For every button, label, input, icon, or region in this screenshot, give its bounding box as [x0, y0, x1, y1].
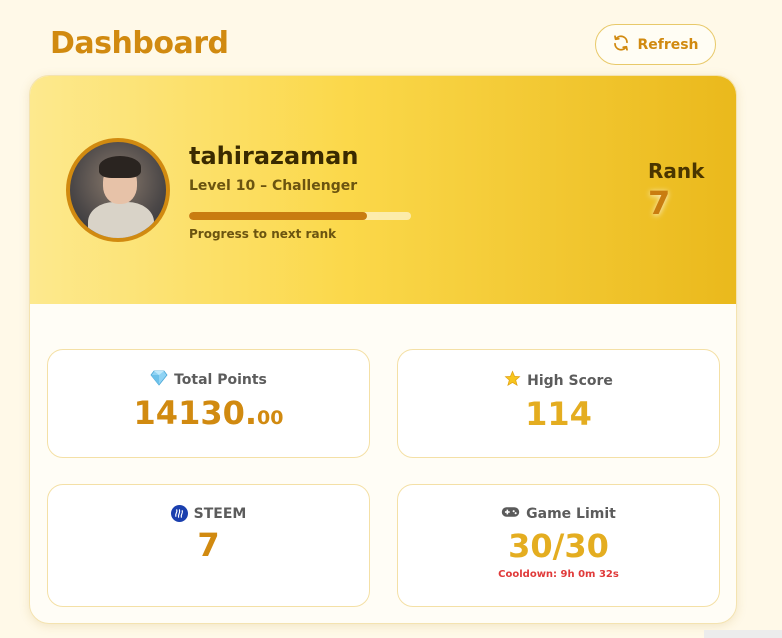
stat-value: 14130.00	[133, 394, 284, 432]
stat-label: Game Limit	[526, 506, 616, 522]
rank-label: Rank	[648, 159, 705, 183]
refresh-label: Refresh	[637, 36, 699, 53]
stat-card-high-score: High Score 114	[397, 349, 720, 458]
rank-value: 7	[648, 184, 671, 222]
page-title: Dashboard	[50, 26, 229, 61]
gem-icon	[150, 370, 168, 390]
stat-card-total-points: Total Points 14130.00	[47, 349, 370, 458]
steem-icon	[170, 505, 188, 522]
profile-banner: tahirazaman Level 10 – Challenger Progre…	[30, 76, 736, 304]
avatar	[66, 138, 170, 242]
stat-value: 30/30	[508, 527, 609, 565]
stat-value: 7	[197, 526, 220, 564]
stat-card-steem: STEEM 7	[47, 484, 370, 607]
dashboard-card: tahirazaman Level 10 – Challenger Progre…	[29, 75, 737, 624]
stat-label: Total Points	[174, 372, 267, 388]
cooldown-text: Cooldown: 9h 0m 32s	[498, 569, 619, 580]
stat-label: High Score	[527, 372, 613, 389]
stat-value: 114	[525, 395, 592, 433]
progress-fill	[189, 212, 367, 220]
rank-progress-bar	[189, 212, 411, 220]
stat-card-game-limit: Game Limit 30/30 Cooldown: 9h 0m 32s	[397, 484, 720, 607]
refresh-button[interactable]: Refresh	[595, 24, 716, 65]
gamepad-icon	[501, 505, 520, 523]
level-text: Level 10 – Challenger	[189, 178, 358, 194]
scroll-corner	[704, 630, 782, 638]
stat-decimals: 00	[257, 407, 284, 429]
progress-label: Progress to next rank	[189, 227, 337, 241]
refresh-icon	[612, 34, 630, 56]
star-icon	[504, 370, 521, 391]
username: tahirazaman	[189, 142, 359, 170]
stat-label: STEEM	[193, 505, 247, 522]
